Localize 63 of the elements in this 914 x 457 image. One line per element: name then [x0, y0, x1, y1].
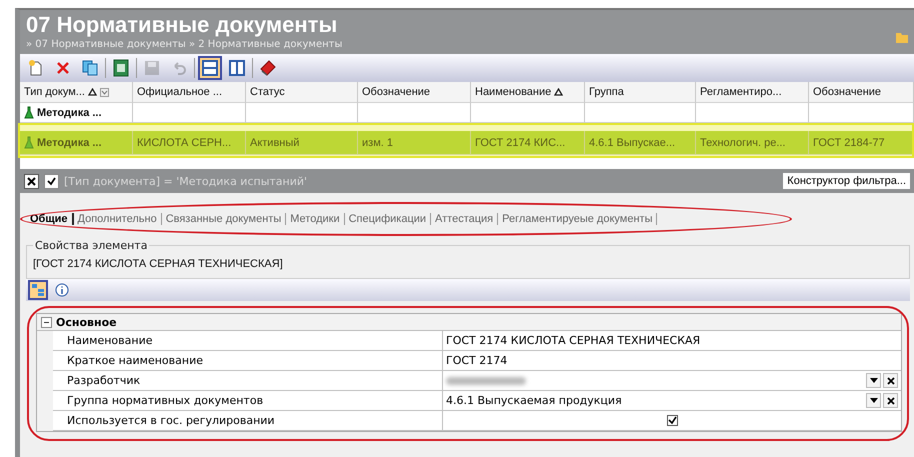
caret-icon: [870, 378, 878, 383]
vertical-split-icon: [229, 60, 245, 76]
table-row[interactable]: Методика ...: [20, 103, 914, 123]
property-label: Краткое наименование: [67, 354, 203, 367]
filter-checkbox[interactable]: [44, 174, 59, 188]
tab[interactable]: Дополнительно: [74, 213, 162, 225]
property-label: Наименование: [67, 334, 152, 347]
tab[interactable]: Регламентируеые документы: [498, 213, 658, 225]
table-cell: КИСЛОТА СЕРН...: [137, 136, 232, 148]
table-cell: Методика ...: [37, 106, 102, 118]
flask-icon: [24, 136, 34, 149]
delete-icon: [56, 61, 70, 75]
checkmark-icon: [47, 176, 56, 186]
filter-expression: [Тип документа] = 'Методика испытаний': [64, 174, 308, 188]
tab[interactable]: Спецификации: [344, 213, 432, 225]
breadcrumb: » 07 Нормативные документы » 2 Нормативные документы: [26, 38, 342, 51]
property-value: ГОСТ 2174 КИСЛОТА СЕРНАЯ ТЕХНИЧЕСКАЯ: [446, 334, 702, 347]
dropdown-button[interactable]: [866, 393, 881, 408]
clear-filter-button[interactable]: [24, 174, 39, 188]
tab[interactable]: Аттестация: [431, 213, 498, 225]
table-row[interactable]: Методика ... КИСЛОТА СЕРН... Активный изм. 1 ГОСТ 2174 КИС... 4.6.1 Выпускае... Технологич. ре... ГОСТ 2184-77: [20, 131, 914, 155]
close-icon: [886, 396, 894, 404]
flask-icon: [24, 106, 34, 119]
window-title: 07 Нормативные документы: [26, 12, 338, 38]
property-label: Используется в гос. регулировании: [67, 414, 275, 427]
spreadsheet-icon: [113, 59, 129, 77]
table-cell: Технологич. ре...: [700, 136, 786, 148]
element-name: [ГОСТ 2174 КИСЛОТА СЕРНАЯ ТЕХНИЧЕСКАЯ]: [33, 257, 284, 272]
property-label: Разработчик: [67, 374, 140, 387]
toolbar-button[interactable]: [198, 56, 222, 80]
collapse-button[interactable]: [41, 316, 52, 328]
horizontal-split-icon: [202, 60, 218, 76]
tab[interactable]: Методики: [286, 213, 345, 225]
close-icon: [27, 176, 36, 186]
table-cell: ГОСТ 2174 КИС...: [475, 136, 566, 148]
save-icon: [144, 60, 160, 76]
table-cell: ГОСТ 2184-77: [813, 136, 885, 148]
close-icon: [886, 376, 894, 384]
table-cell: Методика ...: [37, 136, 102, 148]
info-icon: [55, 283, 69, 297]
filter-builder-button[interactable]: Конструктор фильтра...: [783, 173, 910, 189]
dropdown-button[interactable]: [866, 373, 881, 388]
checkbox[interactable]: [666, 415, 678, 426]
tree-icon: [31, 283, 45, 297]
tab[interactable]: Связанные документы: [162, 213, 286, 225]
group-title: Свойства элемента: [34, 239, 148, 252]
view-button[interactable]: [28, 280, 48, 300]
clear-button[interactable]: [883, 393, 898, 408]
tab[interactable]: Общие: [26, 213, 74, 225]
table-cell: изм. 1: [362, 136, 393, 148]
property-label: Группа нормативных документов: [67, 394, 264, 407]
table-cell: 4.6.1 Выпускае...: [589, 136, 676, 148]
section-title: Основное: [56, 316, 117, 328]
checkmark-icon: [668, 416, 676, 425]
caret-icon: [870, 398, 878, 403]
row-gutter: [37, 411, 53, 431]
folder-icon: [896, 30, 908, 44]
property-value: 4.6.1 Выпускаемая продукция: [446, 394, 623, 407]
copy-icon: [81, 59, 99, 77]
property-value: ГОСТ 2174: [446, 354, 508, 367]
clear-button[interactable]: [883, 373, 898, 388]
table-cell: Активный: [250, 136, 300, 148]
book-icon: [259, 59, 277, 77]
